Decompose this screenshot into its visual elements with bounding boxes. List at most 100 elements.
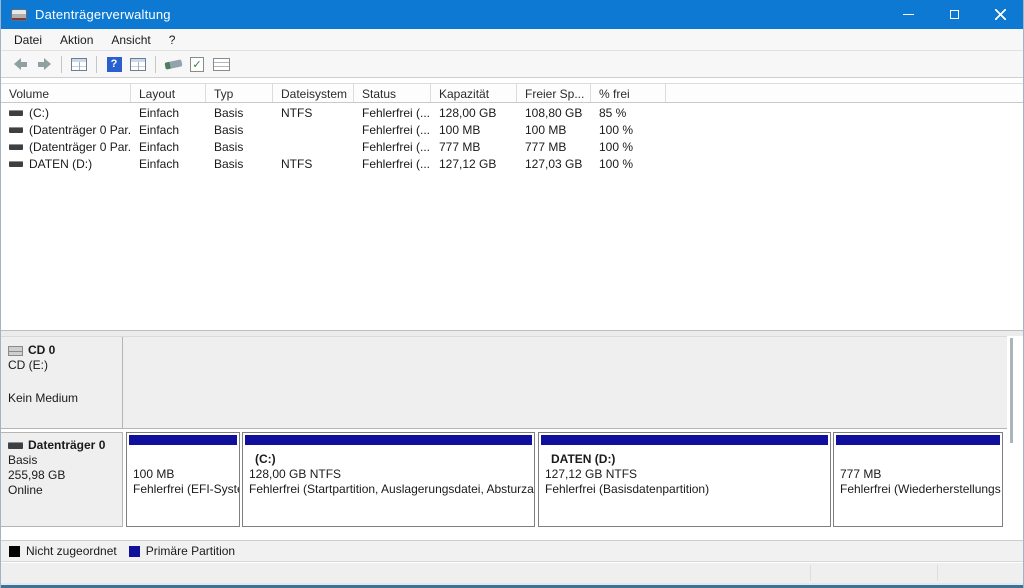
volume-row-c[interactable]: (C:) Einfach Basis NTFS Fehlerfrei (... … xyxy=(1,104,1023,121)
close-button[interactable] xyxy=(977,0,1023,29)
maximize-button[interactable] xyxy=(931,0,977,29)
menu-help[interactable]: ? xyxy=(160,31,185,49)
app-icon xyxy=(11,9,27,21)
partition-status: Fehlerfrei (Basisdatenpartition) xyxy=(539,482,830,497)
column-header-kapazitaet[interactable]: Kapazität xyxy=(431,84,517,102)
properties-icon xyxy=(213,58,230,71)
kapazitaet-cell: 127,12 GB xyxy=(431,157,517,171)
scrollbar-thumb[interactable] xyxy=(1010,338,1013,443)
disk0-type: Basis xyxy=(8,453,122,468)
freier-sp-cell: 108,80 GB xyxy=(517,106,591,120)
typ-cell: Basis xyxy=(206,157,273,171)
volume-rows: (C:) Einfach Basis NTFS Fehlerfrei (... … xyxy=(1,104,1023,172)
status-cell: Fehlerfrei (... xyxy=(354,106,431,120)
cd-drive-header[interactable]: CD 0 CD (E:) Kein Medium xyxy=(1,337,123,428)
menu-datei[interactable]: Datei xyxy=(5,31,51,49)
freier-sp-cell: 100 MB xyxy=(517,123,591,137)
drive-icon xyxy=(9,127,23,133)
status-cell: Fehlerfrei (... xyxy=(354,123,431,137)
graphical-view-button[interactable] xyxy=(127,53,149,75)
layout-cell: Einfach xyxy=(131,106,206,120)
menu-aktion[interactable]: Aktion xyxy=(51,31,102,49)
cd-drive-row: CD 0 CD (E:) Kein Medium xyxy=(1,336,1007,429)
partition-name xyxy=(127,452,239,467)
vertical-scrollbar[interactable] xyxy=(1007,336,1019,528)
kapazitaet-cell: 128,00 GB xyxy=(431,106,517,120)
volume-row-recovery[interactable]: (Datenträger 0 Par... Einfach Basis Fehl… xyxy=(1,138,1023,155)
partition-efi[interactable]: 100 MB Fehlerfrei (EFI-Syste xyxy=(126,432,240,527)
volume-name-cell: (Datenträger 0 Par... xyxy=(1,140,131,154)
kapazitaet-cell: 777 MB xyxy=(431,140,517,154)
help-button[interactable]: ? xyxy=(103,53,125,75)
help-icon: ? xyxy=(107,57,122,72)
column-header-status[interactable]: Status xyxy=(354,84,431,102)
toolbar-separator xyxy=(61,56,62,73)
minimize-icon xyxy=(903,14,914,15)
cd-media-status: Kein Medium xyxy=(8,391,122,406)
forward-arrow-icon xyxy=(38,58,51,70)
menubar: Datei Aktion Ansicht ? xyxy=(1,29,1023,50)
back-button[interactable] xyxy=(9,53,31,75)
legend-item-unallocated: Nicht zugeordnet xyxy=(9,544,117,558)
layout-cell: Einfach xyxy=(131,157,206,171)
column-header-filler xyxy=(666,84,1023,102)
window-bottom-border xyxy=(1,583,1023,588)
partition-size: 128,00 GB NTFS xyxy=(243,467,534,482)
disk0-row: Datenträger 0 Basis 255,98 GB Online 100… xyxy=(1,431,1007,528)
partition-daten[interactable]: DATEN (D:) 127,12 GB NTFS Fehlerfrei (Ba… xyxy=(538,432,831,527)
partition-c[interactable]: (C:) 128,00 GB NTFS Fehlerfrei (Startpar… xyxy=(242,432,535,527)
partition-name xyxy=(834,452,1002,467)
close-icon xyxy=(995,9,1006,20)
disk0-status: Online xyxy=(8,483,122,498)
legend-bar: Nicht zugeordnet Primäre Partition xyxy=(1,540,1023,562)
drive-icon xyxy=(9,110,23,116)
maximize-icon xyxy=(950,10,959,19)
volume-list-pane: Volume Layout Typ Dateisystem Status Kap… xyxy=(1,79,1023,332)
volume-list-header: Volume Layout Typ Dateisystem Status Kap… xyxy=(1,83,1023,103)
freier-sp-cell: 777 MB xyxy=(517,140,591,154)
partition-recovery[interactable]: 777 MB Fehlerfrei (Wiederherstellungs xyxy=(833,432,1003,527)
column-header-dateisystem[interactable]: Dateisystem xyxy=(273,84,354,102)
partition-size: 127,12 GB NTFS xyxy=(539,467,830,482)
layout-cell: Einfach xyxy=(131,123,206,137)
partition-name: (C:) xyxy=(243,452,534,467)
primary-partition-bar xyxy=(129,435,237,445)
dateisystem-cell: NTFS xyxy=(273,157,354,171)
column-header-prozent-frei[interactable]: % frei xyxy=(591,84,666,102)
graphical-view-icon xyxy=(130,58,146,71)
primary-partition-swatch-icon xyxy=(129,546,140,557)
disk-tool-button[interactable] xyxy=(162,53,184,75)
cd-drive-icon xyxy=(8,346,23,356)
check-document-icon: ✓ xyxy=(190,57,204,72)
partition-status: Fehlerfrei (Wiederherstellungs xyxy=(834,482,1002,497)
typ-cell: Basis xyxy=(206,123,273,137)
legend-label: Primäre Partition xyxy=(146,544,235,558)
column-header-volume[interactable]: Volume xyxy=(1,84,131,102)
partition-size: 100 MB xyxy=(127,467,239,482)
drive-icon xyxy=(9,161,23,167)
menu-ansicht[interactable]: Ansicht xyxy=(102,31,159,49)
column-header-layout[interactable]: Layout xyxy=(131,84,206,102)
volume-row-efi[interactable]: (Datenträger 0 Par... Einfach Basis Fehl… xyxy=(1,121,1023,138)
column-header-freier-sp[interactable]: Freier Sp... xyxy=(517,84,591,102)
check-disk-button[interactable]: ✓ xyxy=(186,53,208,75)
window-title: Datenträgerverwaltung xyxy=(35,7,171,22)
typ-cell: Basis xyxy=(206,106,273,120)
statusbar-separator xyxy=(937,565,938,581)
column-header-typ[interactable]: Typ xyxy=(206,84,273,102)
properties-button[interactable] xyxy=(210,53,232,75)
primary-partition-bar xyxy=(836,435,1000,445)
list-view-button[interactable] xyxy=(68,53,90,75)
partition-status: Fehlerfrei (EFI-Syste xyxy=(127,482,239,497)
toolbar: ? ✓ xyxy=(1,51,1023,78)
disk0-title: Datenträger 0 xyxy=(8,438,122,453)
forward-button[interactable] xyxy=(33,53,55,75)
disk-management-window: Datenträgerverwaltung Datei Aktion Ansic… xyxy=(0,0,1024,588)
disk0-capacity: 255,98 GB xyxy=(8,468,122,483)
minimize-button[interactable] xyxy=(885,0,931,29)
volume-row-daten[interactable]: DATEN (D:) Einfach Basis NTFS Fehlerfrei… xyxy=(1,155,1023,172)
partition-name: DATEN (D:) xyxy=(539,452,830,467)
cd-media-area[interactable] xyxy=(123,337,1007,428)
disk0-header[interactable]: Datenträger 0 Basis 255,98 GB Online xyxy=(1,432,123,527)
status-cell: Fehlerfrei (... xyxy=(354,157,431,171)
